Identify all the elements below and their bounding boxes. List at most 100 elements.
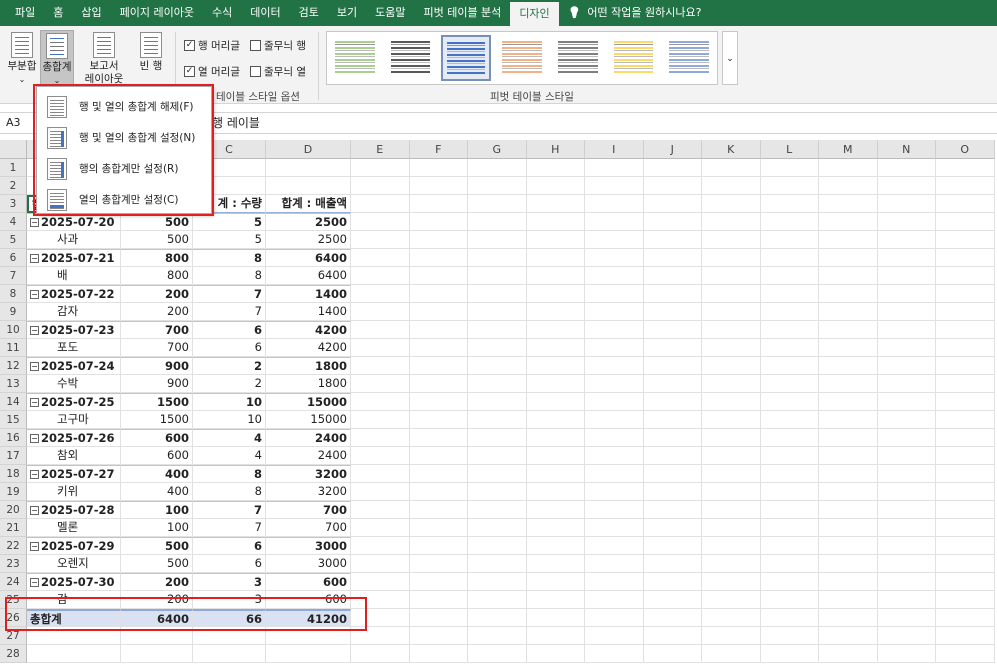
cell[interactable]	[526, 591, 585, 609]
cell[interactable]	[526, 627, 585, 645]
cell[interactable]	[351, 573, 410, 591]
cell[interactable]	[468, 213, 527, 231]
cell[interactable]	[585, 501, 644, 519]
column-header-h[interactable]: H	[526, 140, 585, 159]
item-label[interactable]: 멜론	[27, 519, 121, 537]
cell[interactable]	[643, 609, 702, 627]
cell[interactable]	[819, 393, 878, 411]
tab-7[interactable]: 보기	[328, 0, 366, 26]
cell[interactable]	[819, 519, 878, 537]
group-value-b[interactable]: 500	[121, 213, 193, 231]
cell[interactable]	[819, 483, 878, 501]
date-group-label[interactable]: −2025-07-23	[27, 321, 121, 339]
item-quantity[interactable]: 8	[193, 483, 266, 501]
cell[interactable]	[351, 483, 410, 501]
cell[interactable]	[526, 285, 585, 303]
date-group-label[interactable]: −2025-07-24	[27, 357, 121, 375]
cell[interactable]	[819, 159, 878, 177]
cell[interactable]	[351, 375, 410, 393]
cell[interactable]	[760, 537, 819, 555]
cell[interactable]	[643, 591, 702, 609]
collapse-minus-icon[interactable]: −	[30, 578, 39, 587]
cell[interactable]	[121, 627, 193, 645]
cell[interactable]	[936, 537, 995, 555]
group-sales[interactable]: 600	[266, 573, 351, 591]
cell[interactable]	[468, 393, 527, 411]
pivot-style-swatch[interactable]	[664, 35, 714, 81]
cell[interactable]	[702, 339, 761, 357]
cell[interactable]	[585, 537, 644, 555]
group-value-b[interactable]: 1500	[121, 393, 193, 411]
column-header-f[interactable]: F	[409, 140, 468, 159]
tab-2[interactable]: 삽입	[72, 0, 110, 26]
cell[interactable]	[643, 159, 702, 177]
item-value-b[interactable]: 400	[121, 483, 193, 501]
cell[interactable]	[760, 609, 819, 627]
cell[interactable]	[468, 429, 527, 447]
item-value-b[interactable]: 600	[121, 447, 193, 465]
column-header-d[interactable]: D	[266, 140, 351, 159]
collapse-minus-icon[interactable]: −	[30, 218, 39, 227]
cell[interactable]	[409, 357, 468, 375]
cell[interactable]	[936, 555, 995, 573]
row-headers-checkbox[interactable]: ✓ 행 머리글	[184, 38, 240, 53]
cell[interactable]	[877, 339, 936, 357]
group-quantity[interactable]: 7	[193, 285, 266, 303]
cell[interactable]	[409, 501, 468, 519]
date-group-label[interactable]: −2025-07-29	[27, 537, 121, 555]
worksheet-grid[interactable]: ABCDEFGHIJKLMNO123행계 : 수량합계 : 매출액4−2025-…	[0, 140, 997, 668]
cell[interactable]	[702, 393, 761, 411]
cell[interactable]	[351, 267, 410, 285]
item-label[interactable]: 고구마	[27, 411, 121, 429]
cell[interactable]	[702, 537, 761, 555]
cell[interactable]	[877, 213, 936, 231]
cell[interactable]	[526, 411, 585, 429]
cell[interactable]	[702, 501, 761, 519]
cell[interactable]	[351, 321, 410, 339]
cell[interactable]	[760, 465, 819, 483]
cell[interactable]	[877, 483, 936, 501]
cell[interactable]	[819, 609, 878, 627]
cell[interactable]	[351, 213, 410, 231]
cell[interactable]	[936, 483, 995, 501]
group-sales[interactable]: 15000	[266, 393, 351, 411]
cell[interactable]	[936, 627, 995, 645]
formula-input[interactable]: 행 레이블	[212, 114, 260, 131]
item-sales[interactable]: 6400	[266, 267, 351, 285]
cell[interactable]	[643, 447, 702, 465]
cell[interactable]	[585, 555, 644, 573]
tab-3[interactable]: 페이지 레이아웃	[111, 0, 203, 26]
cell[interactable]	[877, 501, 936, 519]
cell[interactable]	[643, 195, 702, 213]
cell[interactable]	[468, 195, 527, 213]
cell[interactable]	[702, 483, 761, 501]
column-header-o[interactable]: O	[936, 140, 995, 159]
cell[interactable]	[585, 159, 644, 177]
tell-me-search[interactable]: 💡 어떤 작업을 원하시나요?	[559, 0, 711, 26]
pivot-style-swatch[interactable]	[553, 35, 603, 81]
cell[interactable]	[702, 267, 761, 285]
cell[interactable]	[585, 573, 644, 591]
date-group-label[interactable]: −2025-07-20	[27, 213, 121, 231]
cell[interactable]	[351, 447, 410, 465]
cell[interactable]	[351, 411, 410, 429]
group-value-b[interactable]: 600	[121, 429, 193, 447]
cell[interactable]	[351, 591, 410, 609]
row-header[interactable]: 3	[0, 195, 27, 213]
group-quantity[interactable]: 2	[193, 357, 266, 375]
group-quantity[interactable]: 5	[193, 213, 266, 231]
group-quantity[interactable]: 8	[193, 465, 266, 483]
cell[interactable]	[877, 375, 936, 393]
cell[interactable]	[702, 591, 761, 609]
group-value-b[interactable]: 500	[121, 537, 193, 555]
item-sales[interactable]: 3000	[266, 555, 351, 573]
item-quantity[interactable]: 2	[193, 375, 266, 393]
cell[interactable]	[819, 573, 878, 591]
row-header[interactable]: 14	[0, 393, 27, 411]
cell[interactable]	[409, 267, 468, 285]
cell[interactable]	[702, 465, 761, 483]
item-label[interactable]: 배	[27, 267, 121, 285]
cell[interactable]	[27, 645, 121, 663]
cell[interactable]	[409, 645, 468, 663]
cell[interactable]	[526, 393, 585, 411]
